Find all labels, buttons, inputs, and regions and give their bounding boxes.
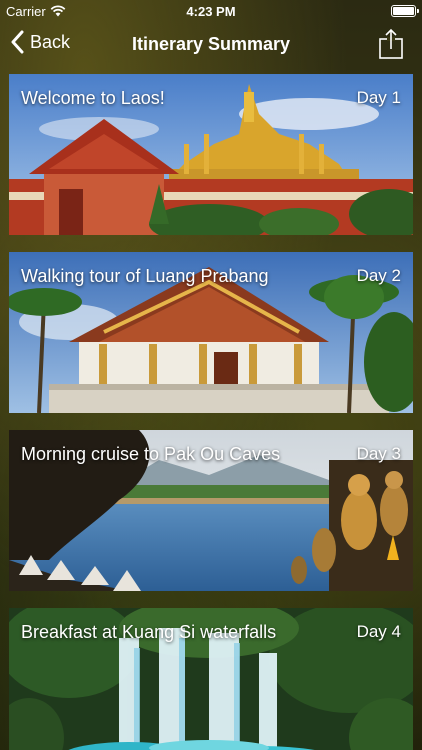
status-left: Carrier <box>6 4 66 19</box>
card-day-label: Day 4 <box>356 622 401 641</box>
card-title: Welcome to Laos! <box>21 88 165 108</box>
card-title: Breakfast at Kuang Si waterfalls <box>21 622 277 642</box>
card-day-label: Day 3 <box>356 444 401 463</box>
itinerary-card-day-4[interactable]: Breakfast at Kuang Si waterfalls Day 4 <box>9 608 413 750</box>
back-button[interactable]: Back <box>10 30 70 54</box>
card-day-label: Day 2 <box>356 266 401 285</box>
wifi-icon <box>50 5 66 17</box>
status-bar: Carrier 4:23 PM <box>0 0 422 22</box>
card-title: Walking tour of Luang Prabang <box>21 266 269 286</box>
itinerary-card-day-1[interactable]: Welcome to Laos! Day 1 <box>9 74 413 235</box>
navigation-bar: Back Itinerary Summary <box>0 22 422 66</box>
itinerary-card-day-3[interactable]: Morning cruise to Pak Ou Caves Day 3 <box>9 430 413 591</box>
battery-icon <box>391 5 419 17</box>
battery-fill <box>393 7 414 15</box>
card-day-label: Day 1 <box>356 88 401 107</box>
itinerary-card-day-2[interactable]: Walking tour of Luang Prabang Day 2 <box>9 252 413 413</box>
back-label: Back <box>30 31 71 52</box>
share-icon[interactable] <box>378 28 404 60</box>
card-title: Morning cruise to Pak Ou Caves <box>21 444 281 464</box>
chevron-left-icon <box>11 30 24 54</box>
page-title: Itinerary Summary <box>131 33 291 54</box>
carrier-label: Carrier <box>6 3 46 19</box>
